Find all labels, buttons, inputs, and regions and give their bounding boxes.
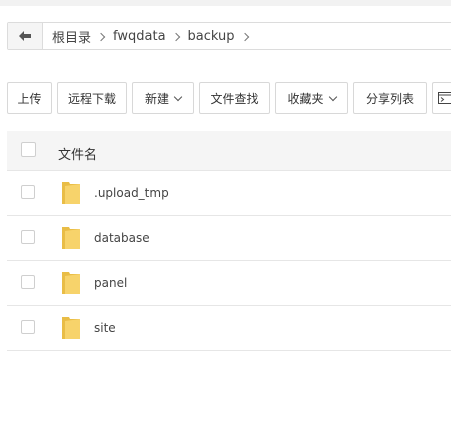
share-list-button[interactable]: 分享列表: [353, 82, 427, 114]
table-row[interactable]: panel: [7, 261, 451, 306]
breadcrumb-label: 根目录: [52, 30, 92, 46]
remote-download-button[interactable]: 远程下载: [57, 82, 127, 114]
file-name[interactable]: panel: [94, 276, 127, 290]
breadcrumb-item-backup[interactable]: backup: [179, 28, 249, 44]
folder-icon: [62, 227, 80, 249]
row-checkbox[interactable]: [21, 185, 35, 199]
top-strip: [0, 0, 451, 6]
table-row[interactable]: site: [7, 306, 451, 351]
table-row[interactable]: .upload_tmp: [7, 171, 451, 216]
file-toolbar: 上传 远程下载 新建 文件查找 收藏夹 分享列表: [7, 82, 451, 114]
breadcrumb-item-root[interactable]: 根目录: [43, 27, 106, 46]
breadcrumb: 根目录 fwqdata backup: [7, 22, 451, 50]
upload-label: 上传: [17, 91, 42, 106]
breadcrumb-label: backup: [187, 28, 235, 44]
folder-icon: [62, 272, 80, 294]
breadcrumb-item-fwqdata[interactable]: fwqdata: [104, 28, 180, 44]
file-table-header: 文件名: [7, 131, 451, 171]
folder-icon: [62, 182, 80, 204]
file-name[interactable]: database: [94, 231, 150, 245]
file-search-button[interactable]: 文件查找: [199, 82, 270, 114]
chevron-right-icon: [240, 32, 249, 41]
back-button[interactable]: [8, 23, 43, 49]
row-checkbox[interactable]: [21, 275, 35, 289]
row-checkbox[interactable]: [21, 320, 35, 334]
new-dropdown-button[interactable]: 新建: [132, 82, 194, 114]
chevron-down-icon: [173, 92, 183, 101]
column-header-filename: 文件名: [58, 148, 98, 163]
row-checkbox[interactable]: [21, 230, 35, 244]
arrow-left-icon: [19, 31, 31, 41]
chevron-down-icon: [328, 92, 337, 101]
favorites-label: 收藏夹: [287, 91, 324, 106]
table-row[interactable]: database: [7, 216, 451, 261]
new-label: 新建: [144, 91, 169, 106]
folder-icon: [62, 317, 80, 339]
file-name[interactable]: site: [94, 321, 116, 335]
favorites-dropdown-button[interactable]: 收藏夹: [275, 82, 348, 114]
breadcrumb-label: fwqdata: [113, 28, 166, 44]
terminal-button[interactable]: [432, 82, 451, 114]
remote-download-label: 远程下载: [67, 91, 116, 106]
terminal-icon: [438, 92, 451, 104]
select-all-checkbox[interactable]: [21, 142, 36, 157]
share-list-label: 分享列表: [365, 91, 414, 106]
file-name[interactable]: .upload_tmp: [94, 186, 169, 200]
file-search-label: 文件查找: [210, 91, 259, 106]
upload-button[interactable]: 上传: [7, 82, 52, 114]
